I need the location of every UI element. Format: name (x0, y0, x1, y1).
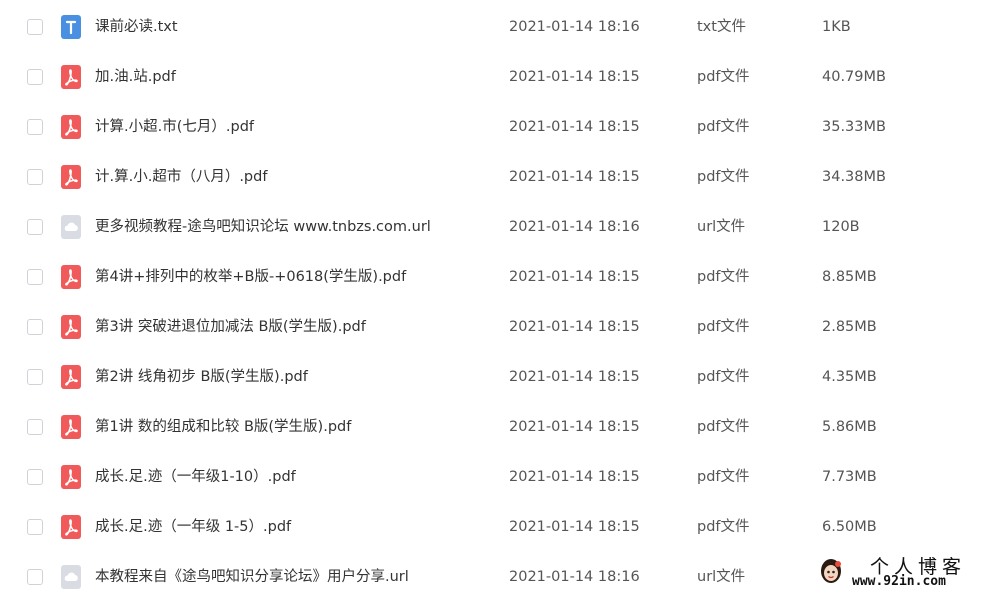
file-row[interactable]: 课前必读.txt 2021-01-14 18:16 txt文件 1KB (0, 2, 1003, 52)
pdf-icon (61, 315, 81, 339)
file-date: 2021-01-14 18:15 (509, 69, 640, 85)
file-date: 2021-01-14 18:16 (509, 19, 640, 35)
row-checkbox[interactable] (27, 19, 43, 35)
file-name[interactable]: 成长.足.迹（一年级 1-5）.pdf (95, 502, 291, 552)
watermark-url: www.92in.com (852, 574, 946, 589)
file-name[interactable]: 本教程来自《途鸟吧知识分享论坛》用户分享.url (95, 552, 409, 602)
file-row[interactable]: 计算.小超.市(七月）.pdf 2021-01-14 18:15 pdf文件 3… (0, 102, 1003, 152)
pdf-icon (61, 165, 81, 189)
file-row[interactable]: 加.油.站.pdf 2021-01-14 18:15 pdf文件 40.79MB (0, 52, 1003, 102)
txt-icon (61, 15, 81, 39)
file-name[interactable]: 第3讲 突破进退位加减法 B版(学生版).pdf (95, 302, 366, 352)
file-date: 2021-01-14 18:15 (509, 419, 640, 435)
pdf-icon (61, 115, 81, 139)
url-icon (61, 565, 81, 589)
file-row[interactable]: 更多视频教程-途鸟吧知识论坛 www.tnbzs.com.url 2021-01… (0, 202, 1003, 252)
row-checkbox[interactable] (27, 119, 43, 135)
pdf-icon (61, 465, 81, 489)
file-size: 35.33MB (822, 119, 886, 135)
file-row[interactable]: 成长.足.迹（一年级 1-5）.pdf 2021-01-14 18:15 pdf… (0, 502, 1003, 552)
row-checkbox[interactable] (27, 69, 43, 85)
file-type: url文件 (697, 569, 746, 585)
row-checkbox[interactable] (27, 269, 43, 285)
file-name[interactable]: 第1讲 数的组成和比较 B版(学生版).pdf (95, 402, 351, 452)
row-checkbox[interactable] (27, 469, 43, 485)
file-size: 1KB (822, 19, 851, 35)
file-type: txt文件 (697, 19, 746, 35)
pdf-icon (61, 265, 81, 289)
row-checkbox[interactable] (27, 319, 43, 335)
url-icon (61, 215, 81, 239)
file-type: url文件 (697, 219, 746, 235)
file-size: 2.85MB (822, 319, 877, 335)
file-row[interactable]: 第3讲 突破进退位加减法 B版(学生版).pdf 2021-01-14 18:1… (0, 302, 1003, 352)
file-type: pdf文件 (697, 419, 750, 435)
file-type: pdf文件 (697, 69, 750, 85)
file-size: 8.85MB (822, 269, 877, 285)
row-checkbox[interactable] (27, 219, 43, 235)
file-row[interactable]: 计.算.小.超市（八月）.pdf 2021-01-14 18:15 pdf文件 … (0, 152, 1003, 202)
file-type: pdf文件 (697, 519, 750, 535)
file-row[interactable]: 第2讲 线角初步 B版(学生版).pdf 2021-01-14 18:15 pd… (0, 352, 1003, 402)
pdf-icon (61, 515, 81, 539)
file-name[interactable]: 第2讲 线角初步 B版(学生版).pdf (95, 352, 308, 402)
pdf-icon (61, 365, 81, 389)
file-name[interactable]: 计.算.小.超市（八月）.pdf (95, 152, 267, 202)
file-date: 2021-01-14 18:15 (509, 169, 640, 185)
file-date: 2021-01-14 18:15 (509, 269, 640, 285)
row-checkbox[interactable] (27, 419, 43, 435)
avatar-icon (818, 556, 844, 586)
blog-watermark: 个人博客 www.92in.com (812, 552, 1003, 594)
file-date: 2021-01-14 18:15 (509, 469, 640, 485)
file-size: 120B (822, 219, 860, 235)
file-date: 2021-01-14 18:15 (509, 519, 640, 535)
file-name[interactable]: 成长.足.迹（一年级1-10）.pdf (95, 452, 296, 502)
file-name[interactable]: 更多视频教程-途鸟吧知识论坛 www.tnbzs.com.url (95, 202, 431, 252)
file-type: pdf文件 (697, 269, 750, 285)
file-row[interactable]: 成长.足.迹（一年级1-10）.pdf 2021-01-14 18:15 pdf… (0, 452, 1003, 502)
file-type: pdf文件 (697, 369, 750, 385)
row-checkbox[interactable] (27, 169, 43, 185)
file-date: 2021-01-14 18:15 (509, 319, 640, 335)
file-size: 5.86MB (822, 419, 877, 435)
file-name[interactable]: 计算.小超.市(七月）.pdf (95, 102, 254, 152)
file-type: pdf文件 (697, 469, 750, 485)
row-checkbox[interactable] (27, 569, 43, 585)
file-name[interactable]: 加.油.站.pdf (95, 52, 176, 102)
file-size: 34.38MB (822, 169, 886, 185)
file-size: 4.35MB (822, 369, 877, 385)
pdf-icon (61, 65, 81, 89)
file-date: 2021-01-14 18:15 (509, 119, 640, 135)
file-type: pdf文件 (697, 319, 750, 335)
file-list: 课前必读.txt 2021-01-14 18:16 txt文件 1KB 加.油.… (0, 2, 1003, 602)
file-size: 7.73MB (822, 469, 877, 485)
file-date: 2021-01-14 18:15 (509, 369, 640, 385)
file-size: 40.79MB (822, 69, 886, 85)
file-name[interactable]: 第4讲+排列中的枚举+B版-+0618(学生版).pdf (95, 252, 406, 302)
file-type: pdf文件 (697, 119, 750, 135)
file-row[interactable]: 第1讲 数的组成和比较 B版(学生版).pdf 2021-01-14 18:15… (0, 402, 1003, 452)
row-checkbox[interactable] (27, 519, 43, 535)
file-row[interactable]: 第4讲+排列中的枚举+B版-+0618(学生版).pdf 2021-01-14 … (0, 252, 1003, 302)
pdf-icon (61, 415, 81, 439)
file-name[interactable]: 课前必读.txt (95, 2, 178, 52)
file-type: pdf文件 (697, 169, 750, 185)
file-date: 2021-01-14 18:16 (509, 569, 640, 585)
file-size: 6.50MB (822, 519, 877, 535)
file-date: 2021-01-14 18:16 (509, 219, 640, 235)
row-checkbox[interactable] (27, 369, 43, 385)
